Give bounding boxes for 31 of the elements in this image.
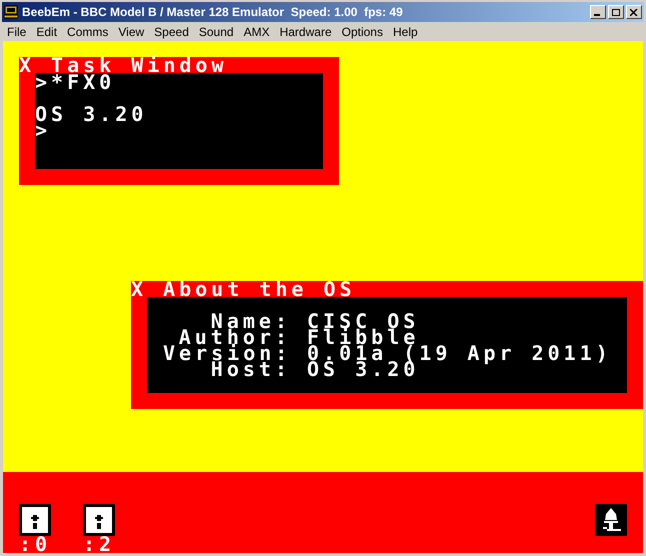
menu-item[interactable]: File [2,22,32,40]
maximize-icon [612,8,620,16]
menu-item[interactable]: Sound [194,22,239,40]
close-button[interactable]: X [19,57,36,73]
field-label: Name: [210,313,291,329]
close-button[interactable]: X [131,281,148,297]
menu-item[interactable]: Hardware [274,22,337,40]
menu-item[interactable]: View [113,22,150,40]
menu-item[interactable]: Edit [31,22,62,40]
field-label: Version: [163,345,291,361]
field-label: Host: [210,361,291,377]
acorn-icon[interactable] [595,504,627,536]
field-value: Flibble [307,329,420,345]
menu-item[interactable]: Options [336,22,388,40]
field-label: Author: [178,329,291,345]
close-icon [630,8,638,16]
drive-label: :2 [82,536,116,552]
maximize-button[interactable] [608,5,624,19]
menu-item[interactable]: Comms [62,22,114,40]
menu-item[interactable]: AMX [238,22,275,40]
close-button[interactable] [626,5,642,19]
window-title: About the OS [163,281,356,297]
window-title: Task Window [51,57,228,73]
computer-icon [4,5,18,19]
menu-item[interactable]: Speed [149,22,194,40]
minimize-button[interactable] [590,5,606,19]
menu-item[interactable]: Help [388,22,423,40]
window-title: BeebEm - BBC Model B / Master 128 Emulator Speed: 1.00 fps: 49 [22,4,404,21]
field-value: CISC OS [307,313,420,329]
drive-label: :0 [18,536,52,552]
field-value: OS 3.20 [307,361,420,377]
